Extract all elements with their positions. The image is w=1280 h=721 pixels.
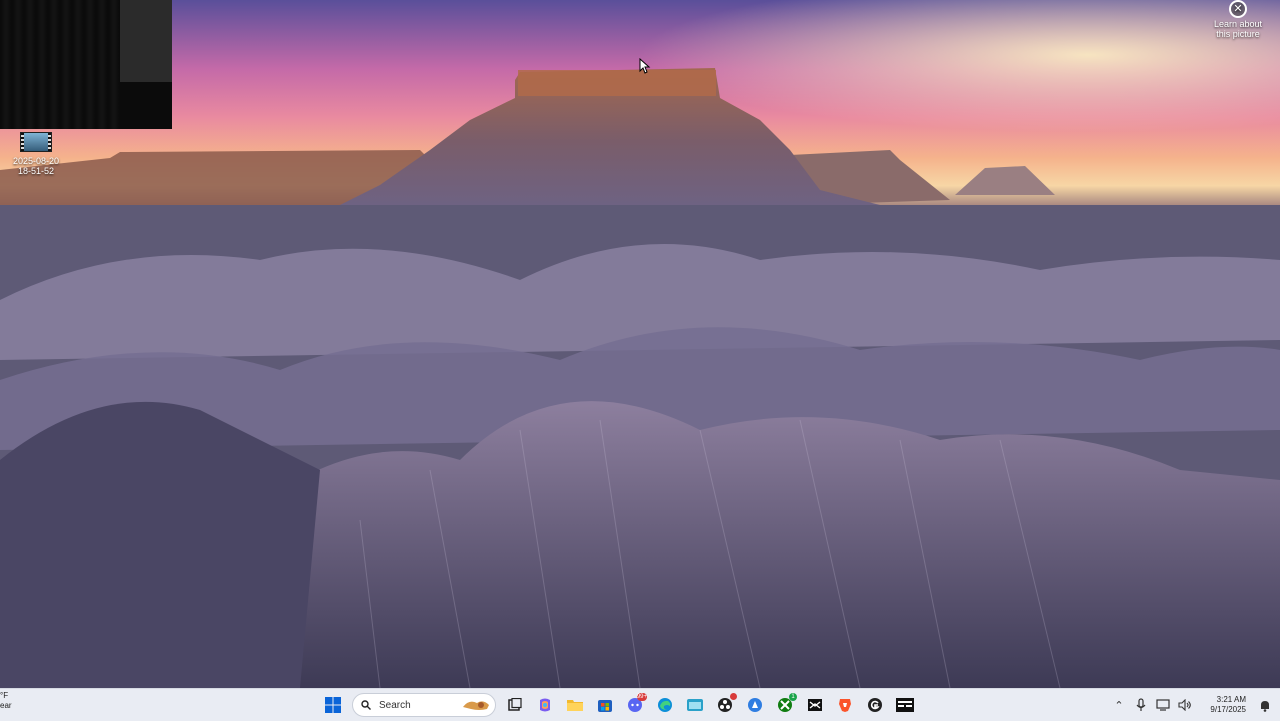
g-app-icon bbox=[868, 698, 882, 712]
camera-icon: ✕ bbox=[1229, 0, 1247, 18]
taskbar-apps: Search 99+ 1 bbox=[318, 693, 920, 717]
taskbar-search[interactable]: Search bbox=[352, 693, 496, 717]
search-highlight-icon bbox=[463, 701, 489, 710]
store-icon bbox=[598, 700, 612, 712]
mouse-cursor-icon bbox=[639, 58, 651, 74]
xbox-badge: 1 bbox=[789, 693, 797, 701]
microphone-button[interactable] bbox=[1132, 696, 1150, 714]
xbox-button[interactable]: 1 bbox=[772, 693, 798, 717]
webcam-overlay bbox=[0, 0, 172, 129]
notification-bell-icon bbox=[1261, 700, 1269, 712]
obs-button[interactable] bbox=[712, 693, 738, 717]
learn-line1: Learn about bbox=[1213, 19, 1263, 29]
weather-condition: ear bbox=[0, 701, 12, 710]
brave-lion-icon bbox=[839, 699, 851, 712]
task-view-icon bbox=[508, 698, 522, 711]
webcam-panel bbox=[120, 0, 172, 82]
files-icon bbox=[687, 699, 703, 711]
notifications-button[interactable] bbox=[1256, 696, 1274, 714]
network-button[interactable] bbox=[1154, 696, 1172, 714]
obs-record-dot bbox=[730, 693, 737, 700]
file-explorer-button[interactable] bbox=[562, 693, 588, 717]
taskbar-clock[interactable]: 3:21 AM 9/17/2025 bbox=[1202, 695, 1246, 715]
terminal-button[interactable] bbox=[892, 693, 918, 717]
video-file-icon bbox=[20, 132, 52, 152]
brave-button[interactable] bbox=[832, 693, 858, 717]
desktop-icon-label-line2: 18-51-52 bbox=[17, 166, 55, 176]
capcut-button[interactable] bbox=[802, 693, 828, 717]
volume-button[interactable] bbox=[1176, 696, 1194, 714]
task-view-button[interactable] bbox=[502, 693, 528, 717]
desktop-icon-video-file[interactable]: 2025-08-20 18-51-52 bbox=[10, 132, 62, 176]
copilot-icon bbox=[540, 698, 550, 712]
copilot-button[interactable] bbox=[532, 693, 558, 717]
windows-logo-icon bbox=[325, 697, 341, 713]
learn-line2: this picture bbox=[1216, 29, 1260, 39]
taskbar: °F ear Search 99+ 1 ⌃ 3:21 AM 9/17/2025 bbox=[0, 688, 1280, 721]
desktop-icon-label-line1: 2025-08-20 bbox=[12, 156, 60, 166]
clock-date: 9/17/2025 bbox=[1210, 705, 1246, 714]
files-button[interactable] bbox=[682, 693, 708, 717]
clock-time: 3:21 AM bbox=[1216, 695, 1246, 704]
edge-button[interactable] bbox=[652, 693, 678, 717]
folder-icon bbox=[567, 700, 583, 711]
microphone-icon bbox=[1136, 698, 1146, 711]
desktop[interactable]: 2025-08-20 18-51-52 ✕ Learn about this p… bbox=[0, 0, 1280, 688]
network-icon bbox=[1156, 699, 1170, 711]
webcam-curtain bbox=[0, 0, 120, 129]
weather-widget[interactable]: °F ear bbox=[0, 691, 40, 711]
learn-about-picture[interactable]: ✕ Learn about this picture bbox=[1208, 0, 1268, 39]
chat-button[interactable]: 99+ bbox=[622, 693, 648, 717]
capcut-icon bbox=[808, 699, 822, 711]
tray-overflow-button[interactable]: ⌃ bbox=[1110, 696, 1128, 714]
edge-icon bbox=[658, 698, 672, 712]
chat-badge: 99+ bbox=[636, 693, 647, 701]
blue-app-icon bbox=[748, 698, 762, 712]
start-button[interactable] bbox=[320, 693, 346, 717]
search-icon bbox=[361, 700, 371, 710]
weather-temp: °F bbox=[0, 691, 9, 700]
g-app-button[interactable] bbox=[862, 693, 888, 717]
volume-icon bbox=[1178, 699, 1191, 711]
store-button[interactable] bbox=[592, 693, 618, 717]
search-placeholder: Search bbox=[379, 699, 411, 711]
chevron-up-icon: ⌃ bbox=[1114, 699, 1124, 712]
blue-app-button[interactable] bbox=[742, 693, 768, 717]
system-tray: ⌃ 3:21 AM 9/17/2025 bbox=[1108, 691, 1280, 719]
terminal-icon bbox=[896, 698, 914, 712]
wallpaper-badlands bbox=[0, 0, 1280, 688]
